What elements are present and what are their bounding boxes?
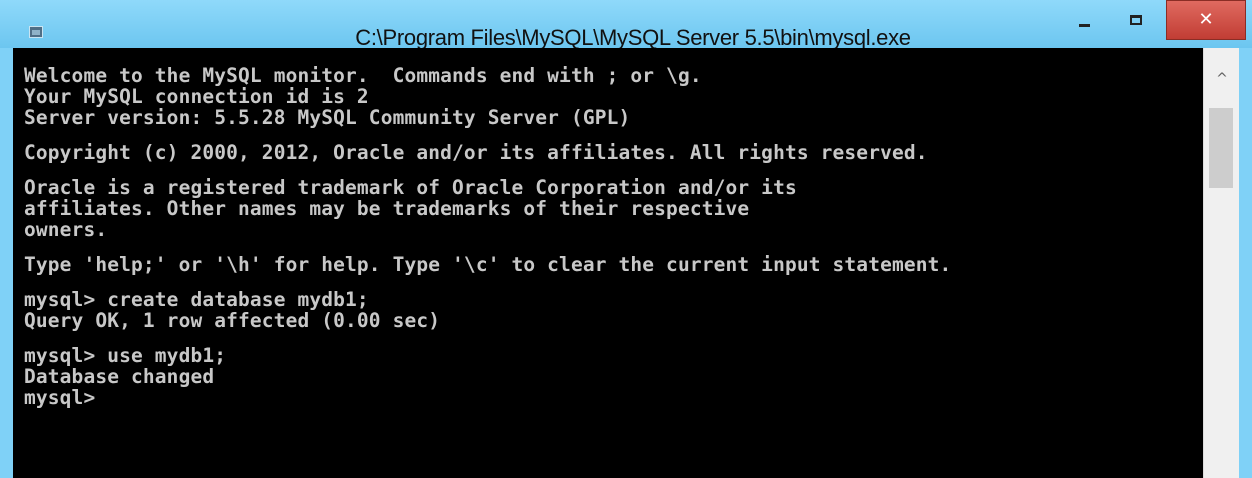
console-line: Query OK, 1 row affected (0.00 sec) — [24, 309, 441, 332]
console-line: mysql> use mydb1; — [24, 344, 227, 367]
console-window: C:\Program Files\MySQL\MySQL Server 5.5\… — [0, 0, 1252, 478]
scroll-thumb[interactable] — [1209, 108, 1233, 188]
console-line: Copyright (c) 2000, 2012, Oracle and/or … — [24, 141, 928, 164]
console-line: mysql> — [24, 386, 96, 409]
minimize-button[interactable] — [1062, 0, 1107, 38]
console-text: Welcome to the MySQL monitor. Commands e… — [24, 65, 951, 408]
title-bar[interactable]: C:\Program Files\MySQL\MySQL Server 5.5\… — [0, 0, 1252, 50]
minimize-icon — [1079, 23, 1090, 27]
console-line: Your MySQL connection id is 2 — [24, 85, 369, 108]
console-line: mysql> create database mydb1; — [24, 288, 369, 311]
console-line: Server version: 5.5.28 MySQL Community S… — [24, 106, 631, 129]
console-line: owners. — [24, 218, 108, 241]
console-output[interactable]: Welcome to the MySQL monitor. Commands e… — [13, 48, 1203, 478]
console-line: Type 'help;' or '\h' for help. Type '\c'… — [24, 253, 952, 276]
console-line: Database changed — [24, 365, 215, 388]
console-line: affiliates. Other names may be trademark… — [24, 197, 750, 220]
maximize-icon — [1130, 15, 1142, 25]
scroll-up-arrow-icon[interactable]: ^ — [1204, 48, 1240, 110]
maximize-button[interactable] — [1110, 0, 1162, 38]
close-button[interactable]: ✕ — [1166, 0, 1246, 40]
vertical-scrollbar[interactable]: ^ — [1203, 48, 1239, 478]
close-icon: ✕ — [1198, 9, 1214, 30]
console-line: Oracle is a registered trademark of Orac… — [24, 176, 797, 199]
console-line: Welcome to the MySQL monitor. Commands e… — [24, 64, 702, 87]
window-frame-right — [1239, 48, 1252, 478]
